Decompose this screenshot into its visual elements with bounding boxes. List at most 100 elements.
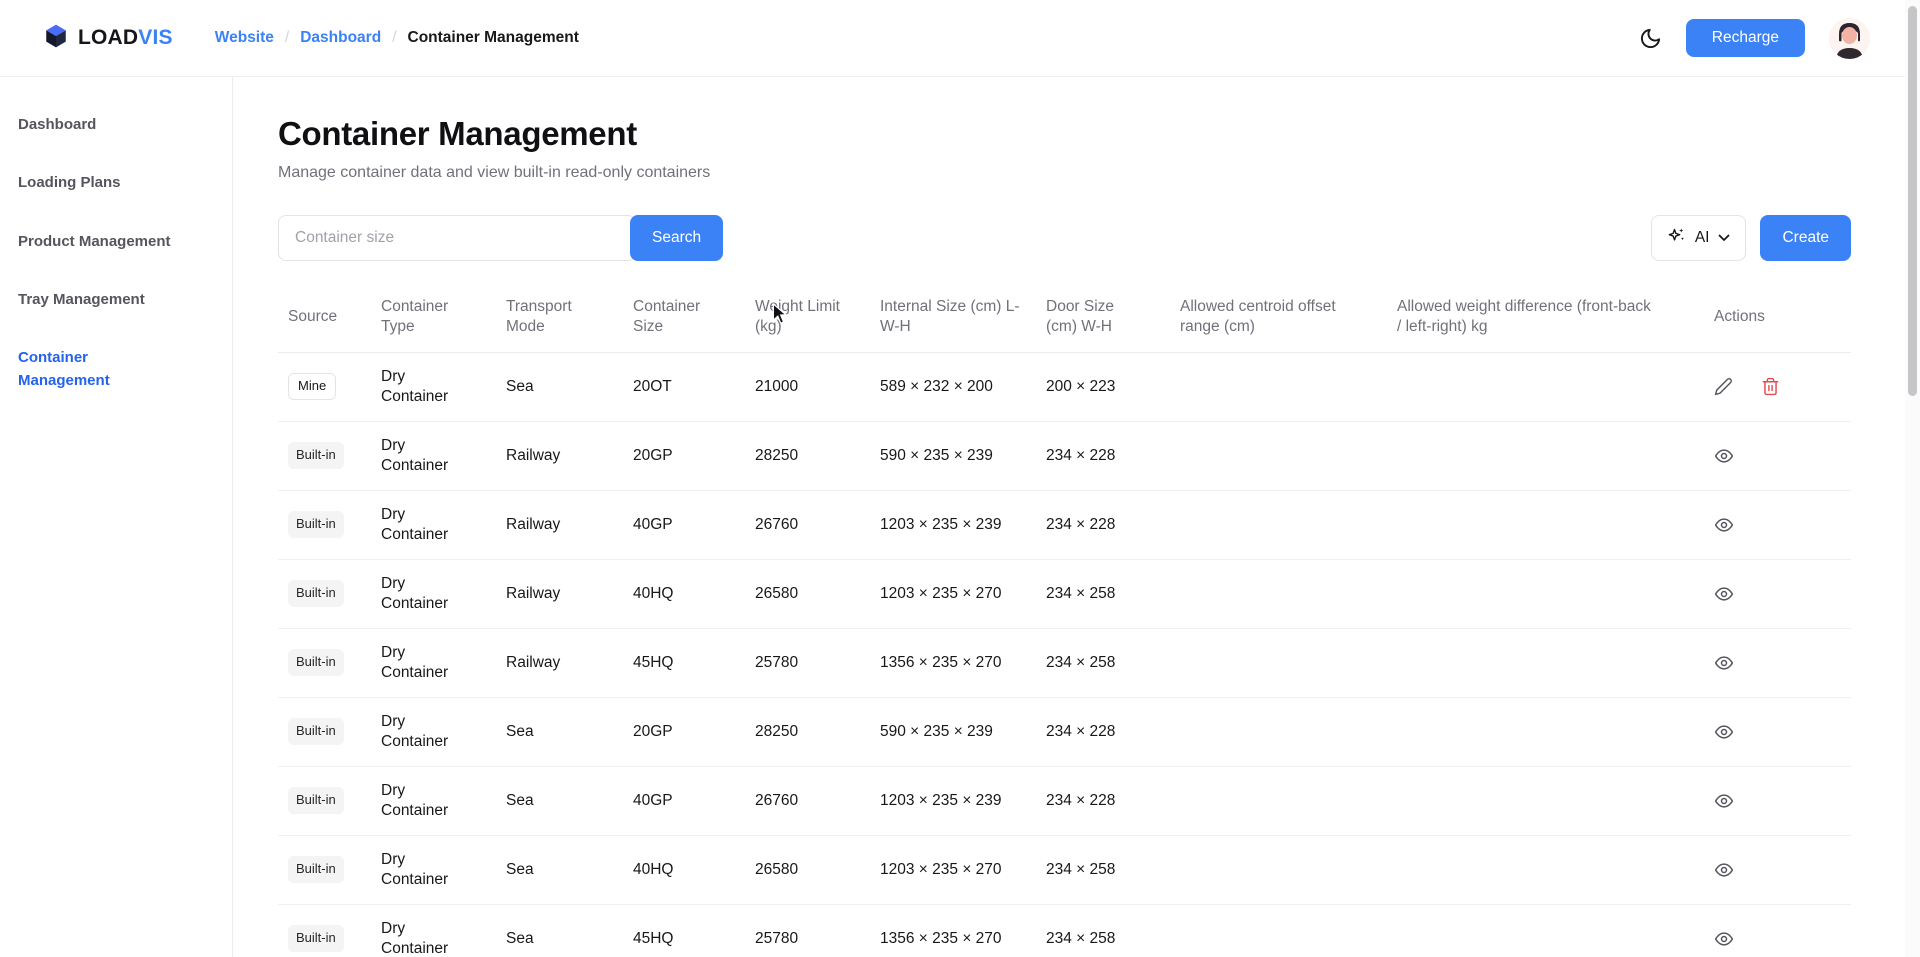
cell-actions bbox=[1664, 421, 1851, 490]
cell-container-type: Dry Container bbox=[371, 766, 496, 835]
cell-transport-mode: Railway bbox=[496, 628, 623, 697]
breadcrumb: Website/Dashboard/Container Management bbox=[215, 29, 579, 47]
cell-container-type: Dry Container bbox=[371, 421, 496, 490]
cell-container-type: Dry Container bbox=[371, 352, 496, 421]
view-icon[interactable] bbox=[1714, 929, 1734, 949]
view-icon[interactable] bbox=[1714, 860, 1734, 880]
view-icon[interactable] bbox=[1714, 791, 1734, 811]
create-button[interactable]: Create bbox=[1760, 215, 1851, 261]
cell-weight-limit: 28250 bbox=[745, 421, 870, 490]
cell-weight-limit: 26760 bbox=[745, 490, 870, 559]
source-badge: Built-in bbox=[288, 925, 344, 952]
view-icon[interactable] bbox=[1714, 584, 1734, 604]
cell-container-type: Dry Container bbox=[371, 697, 496, 766]
cell-actions bbox=[1664, 352, 1851, 421]
cell-container-size: 20GP bbox=[623, 697, 745, 766]
cell-transport-mode: Sea bbox=[496, 766, 623, 835]
page-title: Container Management bbox=[278, 115, 1851, 153]
cell-centroid-offset bbox=[1170, 628, 1387, 697]
cell-container-type: Dry Container bbox=[371, 490, 496, 559]
cell-centroid-offset bbox=[1170, 352, 1387, 421]
sidebar: Dashboard Loading Plans Product Management… bbox=[0, 77, 233, 957]
source-badge: Built-in bbox=[288, 787, 344, 814]
sidebar-item-dashboard[interactable]: Dashboard bbox=[0, 113, 200, 136]
column-header: Allowed weight difference (front-back / … bbox=[1387, 287, 1664, 352]
cell-door-size: 234 × 258 bbox=[1036, 904, 1170, 957]
search-button[interactable]: Search bbox=[630, 215, 723, 261]
sidebar-item-tray-management[interactable]: Tray Management bbox=[0, 288, 200, 311]
column-header: Weight Limit (kg) bbox=[745, 287, 870, 352]
search-input[interactable] bbox=[278, 215, 636, 261]
view-icon[interactable] bbox=[1714, 446, 1734, 466]
cell-internal-size: 1203 × 235 × 239 bbox=[870, 490, 1036, 559]
cell-source: Built-in bbox=[278, 835, 371, 904]
table-row: Built-in Dry ContainerRailway40GP26760120… bbox=[278, 490, 1851, 559]
column-header: Actions bbox=[1664, 287, 1851, 352]
cell-centroid-offset bbox=[1170, 766, 1387, 835]
cell-centroid-offset bbox=[1170, 559, 1387, 628]
cell-container-size: 20OT bbox=[623, 352, 745, 421]
table-header-row: SourceContainer TypeTransport ModeContai… bbox=[278, 287, 1851, 352]
cell-actions bbox=[1664, 490, 1851, 559]
cell-container-size: 45HQ bbox=[623, 628, 745, 697]
cell-transport-mode: Sea bbox=[496, 352, 623, 421]
cell-container-type: Dry Container bbox=[371, 835, 496, 904]
cell-container-size: 45HQ bbox=[623, 904, 745, 957]
cell-internal-size: 1356 × 235 × 270 bbox=[870, 628, 1036, 697]
cell-transport-mode: Sea bbox=[496, 904, 623, 957]
scrollbar-thumb[interactable] bbox=[1908, 6, 1917, 396]
cell-weight-limit: 25780 bbox=[745, 904, 870, 957]
page-subtitle: Manage container data and view built-in … bbox=[278, 164, 1851, 182]
cell-actions bbox=[1664, 835, 1851, 904]
view-icon[interactable] bbox=[1714, 515, 1734, 535]
cell-door-size: 234 × 228 bbox=[1036, 697, 1170, 766]
column-header: Container Type bbox=[371, 287, 496, 352]
cell-door-size: 200 × 223 bbox=[1036, 352, 1170, 421]
breadcrumb-item[interactable]: Dashboard bbox=[300, 29, 381, 47]
cell-internal-size: 1203 × 235 × 239 bbox=[870, 766, 1036, 835]
sidebar-item-product-management[interactable]: Product Management bbox=[0, 230, 200, 253]
cell-actions bbox=[1664, 697, 1851, 766]
cell-weight-limit: 25780 bbox=[745, 628, 870, 697]
cell-internal-size: 1356 × 235 × 270 bbox=[870, 904, 1036, 957]
breadcrumb-separator: / bbox=[285, 29, 289, 47]
breadcrumb-item[interactable]: Website bbox=[215, 29, 274, 47]
table-row: Built-inDry ContainerRailway40HQ26580120… bbox=[278, 559, 1851, 628]
sidebar-item-container-management[interactable]: Container Management bbox=[0, 346, 200, 393]
navbar-actions: Recharge bbox=[1639, 18, 1870, 59]
cell-source: Built-in bbox=[278, 904, 371, 957]
cell-transport-mode: Railway bbox=[496, 490, 623, 559]
table-row: Built-inDry ContainerSea40GP267601203 × … bbox=[278, 766, 1851, 835]
ai-dropdown-label: AI bbox=[1695, 229, 1710, 247]
view-icon[interactable] bbox=[1714, 722, 1734, 742]
cell-transport-mode: Sea bbox=[496, 835, 623, 904]
cell-actions bbox=[1664, 904, 1851, 957]
cell-door-size: 234 × 258 bbox=[1036, 835, 1170, 904]
edit-icon[interactable] bbox=[1714, 377, 1733, 396]
source-badge: Built-in bbox=[288, 580, 344, 607]
source-badge: Built-in bbox=[288, 511, 344, 538]
cell-weight-limit: 26580 bbox=[745, 559, 870, 628]
source-badge: Built-in bbox=[288, 442, 344, 469]
source-badge: Built-in bbox=[288, 718, 344, 745]
cell-transport-mode: Sea bbox=[496, 697, 623, 766]
cell-weight-difference bbox=[1387, 904, 1664, 957]
ai-dropdown-button[interactable]: AI bbox=[1651, 215, 1747, 261]
theme-toggle-moon-icon[interactable] bbox=[1639, 27, 1662, 50]
sidebar-item-loading-plans[interactable]: Loading Plans bbox=[0, 171, 200, 194]
sparkles-icon bbox=[1667, 226, 1686, 250]
cell-door-size: 234 × 258 bbox=[1036, 559, 1170, 628]
cell-source: Built-in bbox=[278, 421, 371, 490]
cell-centroid-offset bbox=[1170, 904, 1387, 957]
cell-source: Built-in bbox=[278, 628, 371, 697]
delete-icon[interactable] bbox=[1761, 377, 1780, 396]
cell-centroid-offset bbox=[1170, 490, 1387, 559]
cell-door-size: 234 × 228 bbox=[1036, 766, 1170, 835]
recharge-button[interactable]: Recharge bbox=[1686, 19, 1805, 57]
user-avatar[interactable] bbox=[1829, 18, 1870, 59]
view-icon[interactable] bbox=[1714, 653, 1734, 673]
cell-weight-difference bbox=[1387, 421, 1664, 490]
cell-container-size: 40GP bbox=[623, 490, 745, 559]
cell-internal-size: 589 × 232 × 200 bbox=[870, 352, 1036, 421]
table-row: Built-inDry ContainerSea20GP28250590 × 2… bbox=[278, 697, 1851, 766]
